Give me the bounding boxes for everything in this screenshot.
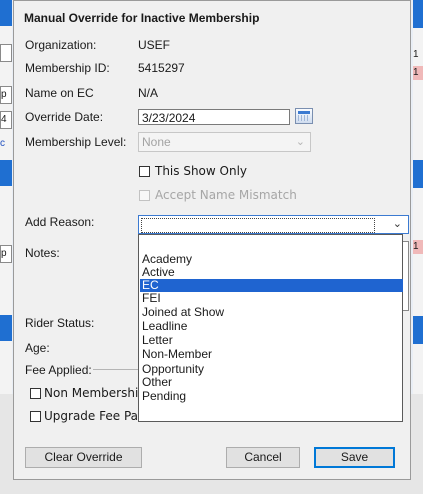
membership-level-value: None [142, 135, 171, 149]
non-membership-label[interactable]: Non Membership [44, 386, 146, 400]
override-date-label: Override Date: [25, 110, 104, 124]
override-date-input[interactable]: 3/23/2024 [138, 109, 290, 125]
age-label: Age: [25, 341, 50, 355]
fee-applied-label: Fee Applied: [25, 363, 92, 377]
dropdown-option[interactable]: Letter [140, 334, 403, 347]
save-button[interactable]: Save [314, 447, 395, 468]
notes-label: Notes: [25, 246, 60, 260]
background-left-header [0, 0, 12, 26]
background-left-header [0, 315, 12, 341]
dropdown-option[interactable]: FEI [140, 292, 403, 305]
this-show-only-label[interactable]: This Show Only [155, 164, 247, 178]
calendar-icon [298, 111, 310, 114]
background-right-cell: 1 [413, 66, 423, 80]
name-on-ec-label: Name on EC [25, 86, 94, 100]
organization-label: Organization: [25, 38, 97, 52]
upgrade-fee-paid-checkbox[interactable] [30, 411, 41, 422]
accept-name-mismatch-checkbox [139, 190, 150, 201]
dropdown-option[interactable]: Pending [140, 390, 403, 403]
background-left-header [0, 160, 12, 186]
calendar-grid-icon [298, 115, 310, 121]
background-left-cell: 4 [0, 111, 12, 129]
membership-level-label: Membership Level: [25, 135, 127, 149]
rider-status-label: Rider Status: [25, 316, 95, 330]
dropdown-option[interactable]: Opportunity [140, 363, 403, 376]
cancel-button[interactable]: Cancel [226, 447, 300, 468]
dropdown-option[interactable]: Joined at Show [140, 306, 403, 319]
calendar-button[interactable] [295, 108, 313, 124]
chevron-down-icon[interactable]: ⌄ [393, 217, 402, 230]
background-right-header [413, 316, 423, 344]
background-left-cell: p [0, 86, 12, 104]
chevron-down-icon: ⌄ [295, 136, 305, 148]
non-membership-checkbox[interactable] [30, 388, 41, 399]
dropdown-option[interactable]: Leadline [140, 320, 403, 333]
background-right-cell: 1 [413, 49, 419, 60]
add-reason-label: Add Reason: [25, 215, 95, 229]
membership-level-select: None ⌄ [138, 132, 311, 152]
dropdown-option[interactable]: Other [140, 376, 403, 389]
background-left-cell: p [0, 245, 12, 263]
accept-name-mismatch-label: Accept Name Mismatch [155, 188, 297, 202]
add-reason-dropdown-list[interactable]: Academy Active EC FEI Joined at Show Lea… [138, 234, 403, 422]
background-left-cell: c [0, 138, 5, 149]
upgrade-fee-paid-label[interactable]: Upgrade Fee Paid [44, 409, 149, 423]
this-show-only-checkbox[interactable] [139, 166, 150, 177]
manual-override-dialog: Manual Override for Inactive Membership … [13, 0, 411, 480]
background-right-header [413, 160, 423, 188]
membership-id-label: Membership ID: [25, 61, 110, 75]
dropdown-option-selected[interactable]: EC [140, 279, 403, 292]
name-on-ec-value: N/A [138, 86, 159, 100]
dialog-title: Manual Override for Inactive Membership [24, 11, 260, 25]
background-left-cell [0, 44, 12, 62]
dropdown-option[interactable]: Academy [140, 253, 403, 266]
membership-id-value: 5415297 [138, 61, 185, 75]
dropdown-option[interactable]: Non-Member [140, 348, 403, 361]
clear-override-button[interactable]: Clear Override [25, 447, 142, 468]
background-right-header [413, 0, 423, 28]
add-reason-focus-area[interactable] [141, 218, 375, 233]
add-reason-combobox[interactable]: ⌄ [138, 215, 409, 234]
dropdown-option[interactable]: Active [140, 266, 403, 279]
background-right-cell: 1 [413, 240, 423, 254]
organization-value: USEF [138, 38, 171, 52]
fee-applied-groupbox-line [93, 369, 141, 370]
